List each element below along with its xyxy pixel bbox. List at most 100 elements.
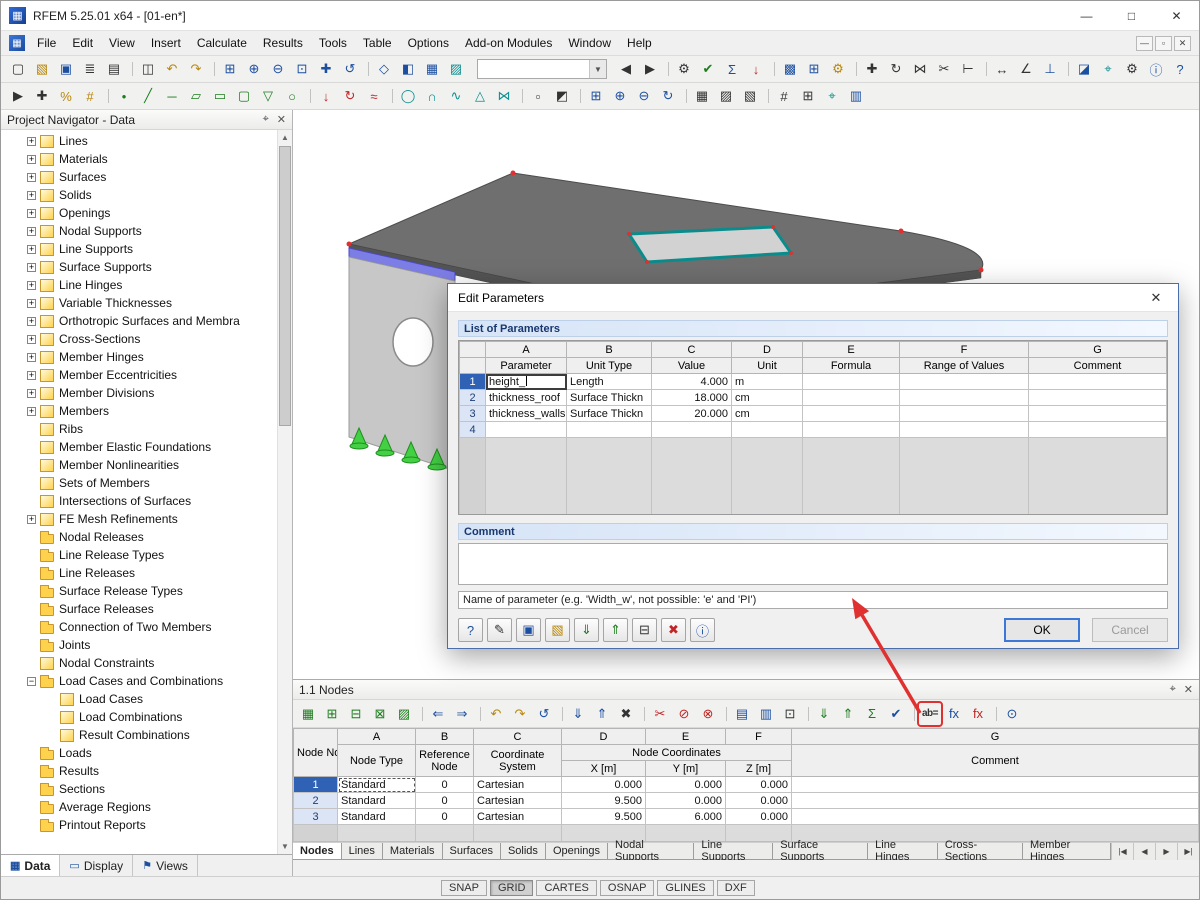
column-letter[interactable]: F (899, 341, 1029, 358)
column-header[interactable]: X [m] (561, 760, 646, 777)
comment-cell[interactable] (791, 776, 1199, 793)
tree-item[interactable]: Member Nonlinearities (1, 456, 277, 474)
menu-item[interactable]: Window (560, 33, 619, 53)
mirror-button[interactable]: ⋈ (909, 58, 931, 80)
tree-item[interactable]: Openings (1, 204, 277, 222)
tree-expander-icon[interactable] (27, 208, 36, 218)
comment-cell[interactable] (1028, 421, 1167, 438)
value-cell[interactable]: 20.000 (651, 405, 732, 422)
range-cell[interactable] (899, 373, 1029, 390)
export-excel-button[interactable]: ⇑ (603, 618, 628, 642)
intersection-tool-button[interactable]: ⋈ (493, 85, 515, 107)
tree-expander-icon[interactable] (27, 406, 36, 416)
dialog-close-icon[interactable]: ✕ (1134, 284, 1178, 311)
new-line-button[interactable]: ╱ (137, 85, 159, 107)
pick-button[interactable]: ✚ (31, 85, 53, 107)
new-load-button[interactable]: ↓ (310, 85, 337, 107)
column-header[interactable]: Node No. (293, 728, 338, 777)
x-coordinate-cell[interactable]: 9.500 (561, 792, 646, 809)
new-imperfection-button[interactable]: ≈ (363, 85, 385, 107)
tree-item[interactable]: Member Divisions (1, 384, 277, 402)
column-header[interactable]: Comment (1028, 357, 1167, 374)
parameter-row[interactable]: 4 (459, 421, 1167, 438)
delete-rows-button[interactable]: ⊘ (673, 703, 695, 725)
import-excel-button[interactable]: ⇓ (574, 618, 599, 642)
polygon-tool-button[interactable]: △ (469, 85, 491, 107)
column-header[interactable]: Range of Values (899, 357, 1029, 374)
tree-item[interactable]: Materials (1, 150, 277, 168)
calculator-button[interactable]: ⊡ (779, 703, 801, 725)
calculation-button[interactable]: ⚙ (668, 58, 695, 80)
workplane-button[interactable]: ⌖ (821, 85, 843, 107)
tree-item[interactable]: Members (1, 402, 277, 420)
units-settings-button[interactable]: ⊟ (632, 618, 657, 642)
help-button[interactable]: ? (1169, 58, 1191, 80)
filter-table-button[interactable]: ▥ (755, 703, 777, 725)
tree-expander-icon[interactable] (27, 334, 36, 344)
edit-comment-button[interactable]: ✎ (487, 618, 512, 642)
new-solid-button[interactable]: ▭ (209, 85, 231, 107)
reference-node-cell[interactable]: 0 (415, 808, 474, 825)
save-button[interactable]: ▣ (55, 58, 77, 80)
formula-invalid-button[interactable]: fx (967, 703, 989, 725)
tree-item[interactable]: Nodal Releases (1, 528, 277, 546)
previous-view-button[interactable]: ↺ (339, 58, 361, 80)
check-table-button[interactable]: ✔ (885, 703, 907, 725)
maximize-button[interactable]: □ (1109, 1, 1154, 30)
tree-item[interactable]: Variable Thicknesses (1, 294, 277, 312)
row-number[interactable]: 2 (459, 389, 486, 406)
row-number[interactable]: 1 (459, 373, 486, 390)
formula-cell[interactable] (802, 389, 900, 406)
table-tab[interactable]: Nodes (293, 843, 342, 860)
comment-input[interactable] (458, 543, 1168, 585)
parameter-name-cell[interactable]: height_ (485, 373, 567, 390)
tree-item[interactable]: Line Hinges (1, 276, 277, 294)
comment-cell[interactable] (1028, 373, 1167, 390)
open-project-button[interactable]: ▧ (31, 58, 53, 80)
circle-tool-button[interactable]: ◯ (392, 85, 419, 107)
formula-button[interactable]: fx (943, 703, 965, 725)
close-icon[interactable]: ✕ (1184, 683, 1193, 696)
cut-row-button[interactable]: ✂ (644, 703, 671, 725)
info-button[interactable]: ⓘ (690, 618, 715, 642)
tree-item[interactable]: Nodal Constraints (1, 654, 277, 672)
menu-item[interactable]: Add-on Modules (457, 33, 560, 53)
menu-item[interactable]: Insert (143, 33, 189, 53)
delete-table-button[interactable]: ⊗ (697, 703, 719, 725)
tree-item[interactable]: Line Releases (1, 564, 277, 582)
numbering-button[interactable]: # (768, 85, 795, 107)
table-tab[interactable]: Member Hinges (1022, 839, 1111, 863)
save-parameters-button[interactable]: ▣ (516, 618, 541, 642)
table-settings-button[interactable]: ▨ (393, 703, 415, 725)
formula-cell[interactable] (802, 373, 900, 390)
column-letter[interactable]: C (651, 341, 732, 358)
isometric-view-button[interactable]: ◇ (368, 58, 395, 80)
load-case-combo[interactable]: ▼ (477, 59, 607, 79)
column-letter[interactable]: E (802, 341, 900, 358)
tree-expander-icon[interactable] (27, 226, 36, 236)
column-letter[interactable]: B (566, 341, 652, 358)
new-member-button[interactable]: ─ (161, 85, 183, 107)
check-data-button[interactable]: ✔ (697, 58, 719, 80)
column-letter[interactable]: D (561, 728, 646, 745)
new-moment-button[interactable]: ↻ (339, 85, 361, 107)
status-toggle[interactable]: OSNAP (599, 880, 655, 896)
table-tab[interactable]: Openings (545, 843, 609, 860)
table-tab[interactable]: Surfaces (442, 843, 501, 860)
close-button[interactable]: ✕ (1154, 1, 1199, 30)
table-tab[interactable]: Line Supports (694, 839, 774, 863)
tree-expander-icon[interactable] (27, 388, 36, 398)
shaded-view-button[interactable]: ▨ (715, 85, 737, 107)
menu-item[interactable]: Tools (311, 33, 355, 53)
table-nav-button[interactable]: ◀ (1133, 843, 1155, 860)
formula-cell[interactable] (802, 421, 900, 438)
column-letter[interactable]: F (725, 728, 792, 745)
table-tab[interactable]: Cross-Sections (937, 839, 1023, 863)
tree-item[interactable]: Member Hinges (1, 348, 277, 366)
unit-cell[interactable]: cm (731, 405, 803, 422)
column-letter[interactable]: E (645, 728, 726, 745)
column-header[interactable]: Node Coordinates (561, 744, 792, 761)
tree-item[interactable]: Results (1, 762, 277, 780)
panel-toggle-button[interactable]: ▥ (845, 85, 867, 107)
table-row[interactable]: 3 Standard 0 Cartesian 9.500 6.000 0.000 (293, 808, 1199, 825)
